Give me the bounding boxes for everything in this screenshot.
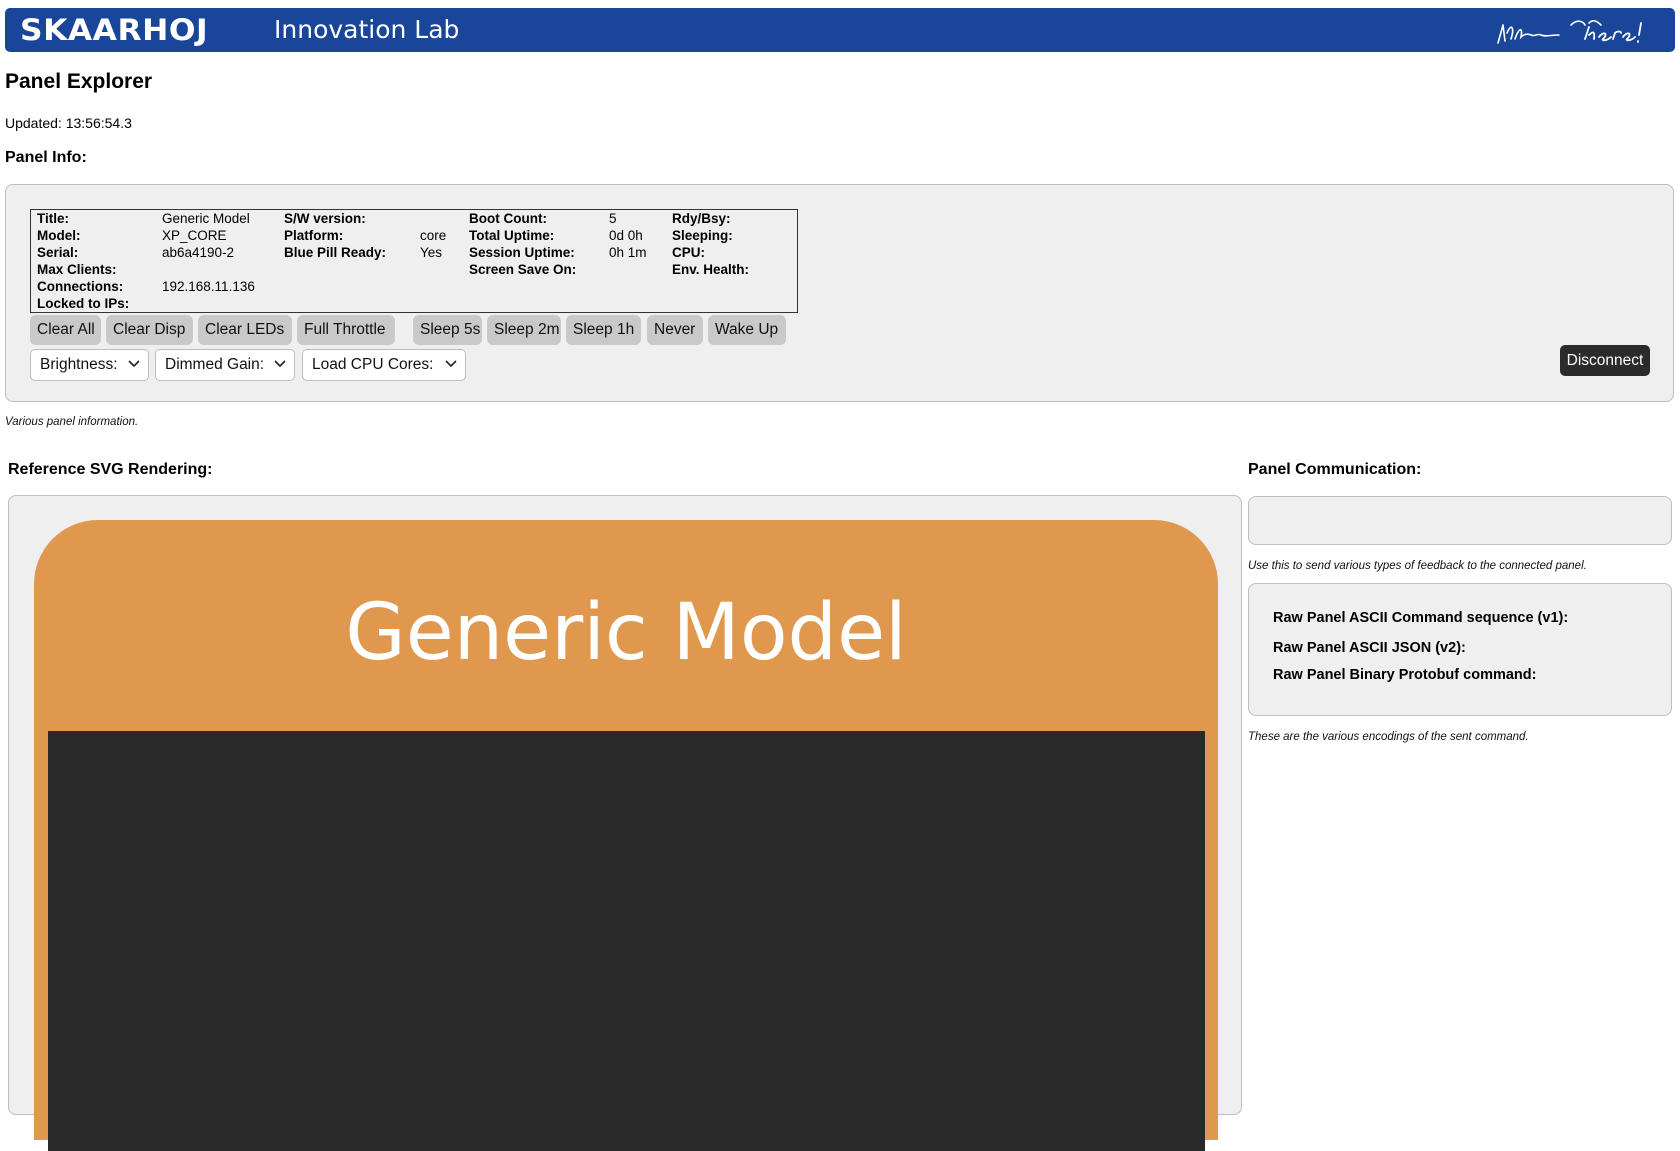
brightness-select-label: Brightness: — [40, 356, 118, 373]
full-throttle-button[interactable]: Full Throttle — [297, 315, 395, 345]
blue-pill-value: Yes — [420, 245, 443, 260]
model-label: Model: — [37, 228, 81, 243]
header-title: Innovation Lab — [274, 15, 460, 44]
panel-info-heading: Panel Info: — [5, 149, 87, 166]
feedback-input[interactable] — [1248, 496, 1672, 545]
updated-timestamp: Updated: 13:56:54.3 — [5, 115, 132, 131]
serial-label: Serial: — [37, 245, 79, 260]
connections-value: 192.168.11.136 — [162, 279, 255, 294]
cpu-label: CPU: — [672, 245, 705, 260]
chevron-down-icon — [128, 360, 140, 368]
session-uptime-value: 0h 1m — [609, 245, 647, 260]
sleep-1h-button[interactable]: Sleep 1h — [566, 315, 641, 345]
panel-body: Generic Model — [34, 520, 1218, 1151]
serial-value: ab6a4190-2 — [162, 245, 235, 260]
panel-screen-area — [48, 731, 1205, 1151]
screen-save-label: Screen Save On: — [469, 262, 577, 277]
raw-ascii-v1-label: Raw Panel ASCII Command sequence (v1): — [1273, 610, 1569, 626]
locked-ips-label: Locked to IPs: — [37, 296, 130, 311]
sleep-5s-button[interactable]: Sleep 5s — [413, 315, 482, 345]
disconnect-button[interactable]: Disconnect — [1560, 345, 1650, 376]
skaarhoj-logo: SKAARHOJ — [20, 13, 209, 47]
page-title: Panel Explorer — [5, 70, 153, 93]
rdy-bsy-label: Rdy/Bsy: — [672, 211, 731, 226]
raw-ascii-json-label: Raw Panel ASCII JSON (v2): — [1273, 640, 1466, 656]
title-value: Generic Model — [162, 211, 250, 226]
title-label: Title: — [37, 211, 70, 226]
blue-pill-label: Blue Pill Ready: — [284, 245, 387, 260]
panel-info-table: Title: Generic Model Model: XP_CORE Seri… — [30, 209, 798, 313]
clear-all-button[interactable]: Clear All — [30, 315, 101, 345]
model-value: XP_CORE — [162, 228, 227, 243]
top-header-bar: SKAARHOJ Innovation Lab — [5, 8, 1675, 52]
svg-rendering-box: Generic Model — [8, 495, 1242, 1151]
env-health-label: Env. Health: — [672, 262, 750, 277]
brightness-select[interactable]: Brightness: — [30, 349, 149, 381]
raw-protobuf-label: Raw Panel Binary Protobuf command: — [1273, 667, 1537, 683]
feedback-caption: Use this to send various types of feedba… — [1248, 560, 1587, 572]
boot-count-label: Boot Count: — [469, 211, 547, 226]
panel-info-box: Title: Generic Model Model: XP_CORE Seri… — [5, 184, 1674, 402]
total-uptime-value: 0d 0h — [609, 228, 643, 243]
never-button[interactable]: Never — [647, 315, 703, 345]
wake-up-button[interactable]: Wake Up — [708, 315, 786, 345]
chevron-down-icon — [274, 360, 286, 368]
panel-info-caption: Various panel information. — [5, 416, 139, 428]
chevron-down-icon — [445, 360, 457, 368]
panel-model-title: Generic Model — [345, 588, 907, 678]
load-cpu-cores-select-label: Load CPU Cores: — [312, 356, 434, 373]
platform-value: core — [420, 228, 447, 243]
dimmed-gain-select-label: Dimmed Gain: — [165, 356, 265, 373]
session-uptime-label: Session Uptime: — [469, 245, 575, 260]
platform-label: Platform: — [284, 228, 344, 243]
max-clients-label: Max Clients: — [37, 262, 117, 277]
total-uptime-label: Total Uptime: — [469, 228, 555, 243]
raw-command-box: Raw Panel ASCII Command sequence (v1): R… — [1248, 583, 1672, 716]
boot-count-value: 5 — [609, 211, 617, 226]
panel-communication-heading: Panel Communication: — [1248, 461, 1422, 478]
svg-rendering-heading: Reference SVG Rendering: — [8, 461, 213, 478]
encodings-caption: These are the various encodings of the s… — [1248, 731, 1529, 743]
load-cpu-cores-select[interactable]: Load CPU Cores: — [302, 349, 466, 381]
dimmed-gain-select[interactable]: Dimmed Gain: — [155, 349, 295, 381]
clear-disp-button[interactable]: Clear Disp — [106, 315, 193, 345]
sleep-2m-button[interactable]: Sleep 2m — [487, 315, 561, 345]
connections-label: Connections: — [37, 279, 124, 294]
clear-leds-button[interactable]: Clear LEDs — [198, 315, 292, 345]
signature-logo — [1497, 20, 1642, 44]
sleeping-label: Sleeping: — [672, 228, 733, 243]
sw-version-label: S/W version: — [284, 211, 366, 226]
